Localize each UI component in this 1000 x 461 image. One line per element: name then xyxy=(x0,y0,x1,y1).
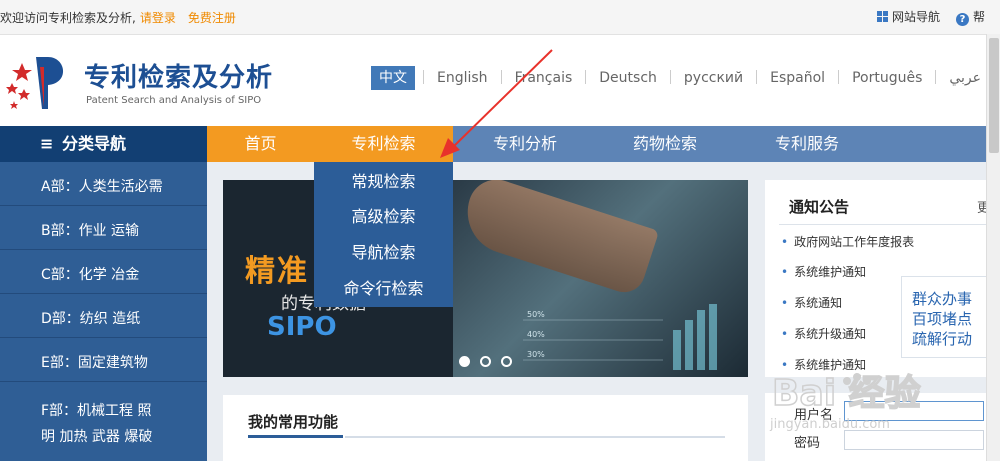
dropdown-item-navigation-search[interactable]: 导航检索 xyxy=(314,235,453,271)
welcome-text: 欢迎访问专利检索及分析, xyxy=(0,11,136,25)
nav-drug-search[interactable]: 药物检索 xyxy=(610,126,720,162)
divider xyxy=(423,70,424,84)
notice-item-label: 系统维护通知 xyxy=(794,265,867,279)
bullet-icon: • xyxy=(781,296,789,310)
lang-spanish[interactable]: Español xyxy=(765,66,830,90)
nav-home[interactable]: 首页 xyxy=(207,126,314,162)
sidebar-item-f[interactable]: F部：机械工程 照 明 加热 武器 爆破 xyxy=(0,382,207,461)
notice-title: 通知公告 xyxy=(789,198,850,216)
divider xyxy=(779,224,1000,225)
sidebar-item-c[interactable]: C部：化学 冶金 xyxy=(0,250,207,294)
welcome-bar: 欢迎访问专利检索及分析, 请登录 免费注册 xyxy=(0,9,236,26)
sidebar-item-label: A部：人类生活必需 xyxy=(41,179,163,195)
annotation-arrow-icon xyxy=(440,49,553,158)
float-line: 群众办事 xyxy=(912,290,973,308)
notice-item-label: 系统通知 xyxy=(794,296,843,310)
divider xyxy=(935,70,937,84)
login-link[interactable]: 请登录 xyxy=(140,11,176,25)
scrollbar-thumb[interactable] xyxy=(989,38,999,153)
common-functions-panel: 我的常用功能 xyxy=(223,395,748,461)
sidebar-item-label: C部：化学 冶金 xyxy=(41,267,140,283)
category-nav-button[interactable]: ≡ 分类导航 xyxy=(0,126,207,162)
top-bar: 欢迎访问专利检索及分析, 请登录 免费注册 网站导航 ? 帮 xyxy=(0,0,1000,35)
public-service-float[interactable]: 群众办事 百项堵点 疏解行动 xyxy=(901,276,988,358)
sidebar-item-label: F部：机械工程 照 xyxy=(41,403,152,419)
register-link[interactable]: 免费注册 xyxy=(188,11,236,25)
divider xyxy=(669,70,671,84)
site-subtitle: Patent Search and Analysis of SIPO xyxy=(86,95,262,106)
site-nav-link[interactable]: 网站导航 xyxy=(877,8,940,25)
lang-portuguese[interactable]: Português xyxy=(847,66,927,90)
lang-russian[interactable]: русский xyxy=(679,66,748,90)
dropdown-item-advanced-search[interactable]: 高级检索 xyxy=(314,199,453,235)
sidebar-item-a[interactable]: A部：人类生活必需 xyxy=(0,162,207,206)
chart-label: 40% xyxy=(527,330,545,339)
notice-item-label: 政府网站工作年度报表 xyxy=(794,235,915,249)
category-nav-label: 分类导航 xyxy=(62,134,127,153)
help-link[interactable]: ? 帮 xyxy=(956,8,985,26)
notice-item[interactable]: • 系统通知 xyxy=(781,294,842,311)
sidebar-item-d[interactable]: D部：纺织 造纸 xyxy=(0,294,207,338)
baidu-watermark: Bai 经验 jingyan.baidu.com xyxy=(762,365,982,443)
question-icon: ? xyxy=(956,13,969,26)
common-functions-title: 我的常用功能 xyxy=(248,413,339,431)
sidebar-item-label: B部：作业 运输 xyxy=(41,223,140,239)
bullet-icon: • xyxy=(781,327,789,341)
divider xyxy=(345,436,725,438)
site-nav-label: 网站导航 xyxy=(892,10,941,24)
notice-item[interactable]: • 政府网站工作年度报表 xyxy=(781,233,914,250)
bullet-icon: • xyxy=(781,235,789,249)
carousel-dot[interactable] xyxy=(501,356,512,367)
sidebar-item-label: D部：纺织 造纸 xyxy=(41,311,141,327)
watermark-url: jingyan.baidu.com xyxy=(770,417,890,432)
chart-label: 30% xyxy=(527,350,545,359)
bar-graphic: 50% 40% 30% xyxy=(523,304,717,370)
hero-banner[interactable]: 50% 40% 30% 精准 的专利数据 SIPO xyxy=(223,180,748,377)
nav-patent-service[interactable]: 专利服务 xyxy=(752,126,862,162)
float-line: 疏解行动 xyxy=(912,330,973,348)
banner-sipo: SIPO xyxy=(267,312,337,342)
divider xyxy=(838,70,840,84)
float-line: 百项堵点 xyxy=(912,310,973,328)
divider xyxy=(756,70,758,84)
scrollbar[interactable] xyxy=(986,34,1000,461)
patent-search-dropdown: 常规检索 高级检索 导航检索 命令行检索 xyxy=(314,162,453,307)
sidebar-item-e[interactable]: E部：固定建筑物 xyxy=(0,338,207,382)
grid-icon xyxy=(877,11,888,22)
notice-item[interactable]: • 系统升级通知 xyxy=(781,325,866,342)
lang-arabic[interactable]: عربي xyxy=(944,66,986,90)
site-title[interactable]: 专利检索及分析 xyxy=(84,57,273,94)
sidebar-item-label: 明 加热 武器 爆破 xyxy=(41,429,153,445)
lang-german[interactable]: Deutsch xyxy=(594,66,662,90)
sidebar-item-label: E部：固定建筑物 xyxy=(41,355,148,371)
category-sidebar: A部：人类生活必需 B部：作业 运输 C部：化学 冶金 D部：纺织 造纸 E部：… xyxy=(0,162,207,461)
divider xyxy=(585,70,587,84)
help-label: 帮 xyxy=(973,10,986,24)
banner-headline: 精准 xyxy=(245,254,309,289)
sipo-logo-icon[interactable] xyxy=(4,53,74,113)
dropdown-item-command-search[interactable]: 命令行检索 xyxy=(314,271,453,307)
baidu-paw-icon: Bai 经验 xyxy=(771,372,921,415)
carousel-dot[interactable] xyxy=(459,356,470,367)
lang-chinese[interactable]: 中文 xyxy=(371,66,415,90)
title-underline xyxy=(248,435,343,438)
notice-item[interactable]: • 系统维护通知 xyxy=(781,263,866,280)
notice-item-label: 系统升级通知 xyxy=(794,327,867,341)
chart-label: 50% xyxy=(527,310,545,319)
menu-icon: ≡ xyxy=(40,134,54,153)
sidebar-item-b[interactable]: B部：作业 运输 xyxy=(0,206,207,250)
bullet-icon: • xyxy=(781,265,789,279)
dropdown-item-basic-search[interactable]: 常规检索 xyxy=(314,164,453,200)
carousel-dot[interactable] xyxy=(480,356,491,367)
